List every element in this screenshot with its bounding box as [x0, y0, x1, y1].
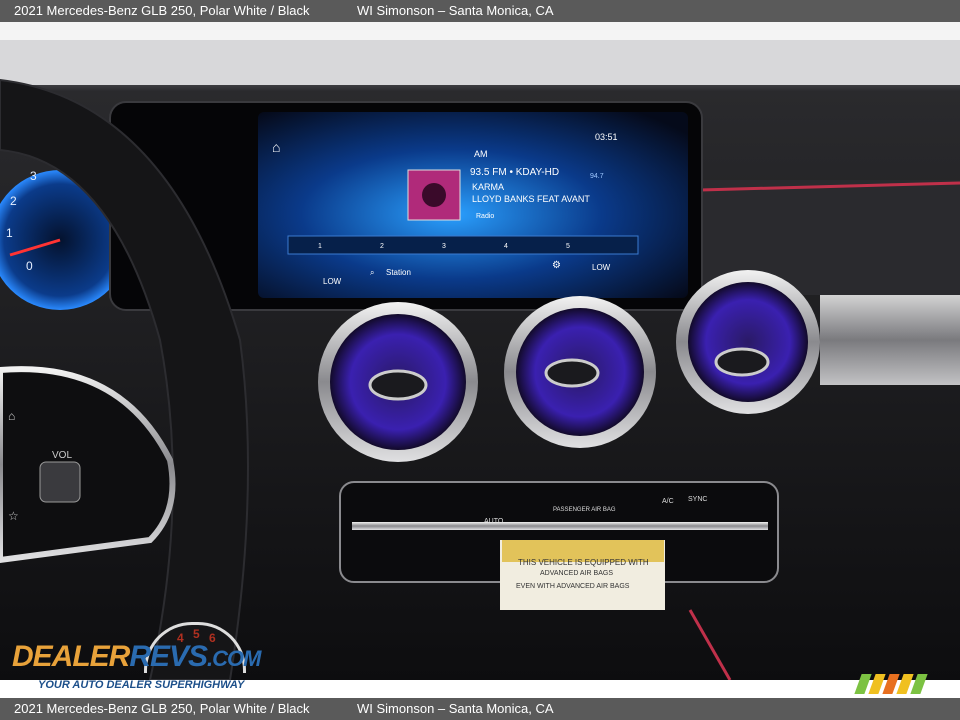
preset-bar[interactable] — [287, 235, 639, 255]
air-vent-center[interactable] — [504, 296, 656, 448]
station-button[interactable]: Station — [386, 268, 411, 277]
photo-top-margin — [0, 22, 960, 40]
logo-dealer-text: DEALER — [12, 640, 130, 673]
preset-2[interactable]: 2 — [380, 243, 384, 250]
wheel-volume-control[interactable]: VOL — [52, 450, 72, 461]
dashboard-scene: 3 2 1 0 ⌂ 03:51 AM 93.5 FM • KDAY-HD KAR… — [0, 40, 960, 680]
radio-station: 93.5 FM • KDAY-HD — [470, 167, 559, 178]
wheel-touch-control[interactable] — [39, 461, 81, 503]
radio-side-frequency: 94.7 — [590, 173, 604, 180]
radio-source-logo: Radio — [476, 213, 494, 220]
stripes-logo-icon — [854, 674, 934, 694]
preset-5[interactable]: 5 — [566, 243, 570, 250]
preset-1[interactable]: 1 — [318, 243, 322, 250]
sync-button[interactable]: SYNC — [688, 496, 707, 503]
air-vent-left[interactable] — [318, 302, 478, 462]
logo-gauge-5: 5 — [193, 627, 200, 641]
sticker-line-1: THIS VEHICLE IS EQUIPPED WITH — [518, 558, 649, 567]
radio-song: KARMA — [472, 182, 504, 192]
footer-bar: 2021 Mercedes-Benz GLB 250, Polar White … — [0, 698, 960, 720]
air-vent-right[interactable] — [676, 270, 820, 414]
footer-dealer: WI Simonson – Santa Monica, CA — [357, 701, 554, 716]
header-car-title: 2021 Mercedes-Benz GLB 250, Polar White … — [14, 3, 310, 18]
sticker-line-3: EVEN WITH ADVANCED AIR BAGS — [516, 583, 630, 590]
interior-photo: 3 2 1 0 ⌂ 03:51 AM 93.5 FM • KDAY-HD KAR… — [0, 40, 960, 680]
settings-gear-icon[interactable]: ⚙ — [552, 260, 561, 271]
preset-3[interactable]: 3 — [442, 243, 446, 250]
infotainment-screen[interactable] — [258, 112, 688, 298]
search-icon[interactable]: ⌕ — [370, 268, 374, 277]
gauge-tick-3: 3 — [30, 169, 37, 183]
dealerrevs-logo: 4 5 6 DEALERREVS.COM YOUR AUTO DEALER SU… — [12, 622, 272, 694]
ac-button[interactable]: A/C — [662, 498, 674, 505]
gauge-tick-1: 1 — [6, 226, 13, 240]
gauge-tick-0: 0 — [26, 259, 33, 273]
dash-chrome-trim — [820, 295, 960, 385]
wheel-home-icon[interactable]: ⌂ — [8, 409, 15, 423]
logo-wordmark: DEALERREVS.COM — [12, 640, 262, 674]
sticker-line-2: ADVANCED AIR BAGS — [540, 570, 613, 577]
climate-right-fan: LOW — [592, 263, 611, 272]
header-dealer: WI Simonson – Santa Monica, CA — [357, 3, 554, 18]
logo-revs-text: REVS — [129, 640, 208, 673]
passenger-airbag-indicator: PASSENGER AIR BAG — [553, 507, 616, 513]
radio-artist: LLOYD BANKS FEAT AVANT — [472, 194, 590, 204]
logo-tagline: YOUR AUTO DEALER SUPERHIGHWAY — [38, 679, 245, 691]
header-bar: 2021 Mercedes-Benz GLB 250, Polar White … — [0, 0, 960, 22]
wheel-star-icon[interactable]: ☆ — [8, 509, 19, 523]
home-icon[interactable]: ⌂ — [272, 139, 280, 155]
radio-band: AM — [474, 149, 488, 159]
gauge-tick-2: 2 — [10, 194, 17, 208]
screen-clock: 03:51 — [595, 132, 618, 142]
climate-auto-button[interactable]: AUTO — [484, 518, 504, 525]
preset-4[interactable]: 4 — [504, 243, 508, 250]
logo-com-text: .COM — [207, 646, 261, 671]
footer-car-title: 2021 Mercedes-Benz GLB 250, Polar White … — [14, 701, 310, 716]
climate-left-fan: LOW — [323, 277, 342, 286]
